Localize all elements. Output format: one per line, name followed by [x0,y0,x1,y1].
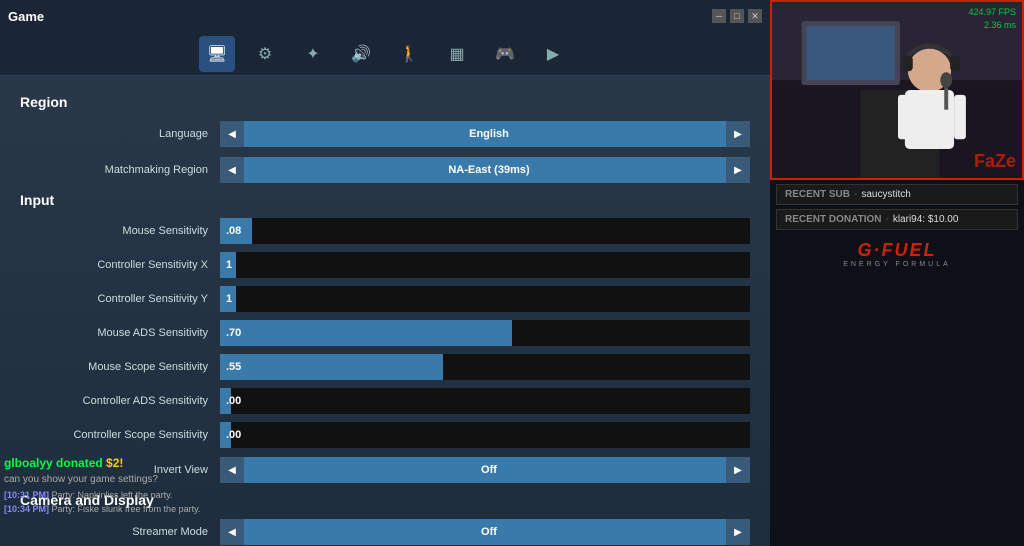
controller-ads-sensitivity-label: Controller ADS Sensitivity [20,395,220,407]
language-right-arrow[interactable]: ▶ [726,121,750,147]
maximize-button[interactable]: □ [730,9,744,23]
controller-scope-sensitivity-fill: .00 [220,422,231,448]
stream-info: RECENT SUB - saucystitch RECENT DONATION… [770,180,1024,546]
matchmaking-selector: ◀ NA-East (39ms) ▶ [220,157,750,183]
invert-view-label: Invert View [20,464,220,476]
game-window: Game ─ □ ✕ 🖥 ⚙ ✦ 🔊 🚶 ▦ 🎮 ▶ Region Langua… [0,0,770,546]
invert-view-row: Invert View ◀ Off ▶ [20,456,750,484]
region-header: Region [20,94,750,110]
controller-sensitivity-x-row: Controller Sensitivity X 1 [20,252,750,278]
tab-gear[interactable]: ⚙ [247,36,283,72]
mouse-sensitivity-slider[interactable]: .08 [220,218,750,244]
streamer-mode-right-arrow[interactable]: ▶ [726,519,750,545]
webcam-area: 424.97 FPS 2.36 ms FaZe [770,0,1024,180]
matchmaking-value: NA-East (39ms) [244,157,726,183]
mouse-ads-sensitivity-label: Mouse ADS Sensitivity [20,327,220,339]
faze-logo: FaZe [974,151,1016,172]
close-button[interactable]: ✕ [748,9,762,23]
recent-donation-row: RECENT DONATION - klari94: $10.00 [776,209,1018,230]
nav-tabs: 🖥 ⚙ ✦ 🔊 🚶 ▦ 🎮 ▶ [0,32,770,76]
tab-sound[interactable]: 🔊 [343,36,379,72]
language-selector: ◀ English ▶ [220,121,750,147]
sub-separator: - [854,189,857,200]
title-bar-left: Game [8,9,44,24]
mouse-sensitivity-label: Mouse Sensitivity [20,225,220,237]
mouse-ads-sensitivity-fill: .70 [220,320,512,346]
camera-header: Camera and Display [20,492,750,508]
input-header: Input [20,192,750,208]
settings-content: Region Language ◀ English ▶ Matchmaking … [0,76,770,546]
mouse-ads-sensitivity-row: Mouse ADS Sensitivity .70 [20,320,750,346]
matchmaking-right-arrow[interactable]: ▶ [726,157,750,183]
streamer-mode-left-arrow[interactable]: ◀ [220,519,244,545]
controller-ads-sensitivity-row: Controller ADS Sensitivity .00 [20,388,750,414]
invert-view-right-arrow[interactable]: ▶ [726,457,750,483]
controller-ads-sensitivity-slider[interactable]: .00 [220,388,750,414]
mouse-scope-sensitivity-slider[interactable]: .55 [220,354,750,380]
recent-donation-label: RECENT DONATION [785,214,881,225]
controller-ads-sensitivity-fill: .00 [220,388,231,414]
tab-brightness[interactable]: ✦ [295,36,331,72]
window-title: Game [8,9,44,24]
mouse-scope-sensitivity-row: Mouse Scope Sensitivity .55 [20,354,750,380]
tab-gamepad[interactable]: 🎮 [487,36,523,72]
controller-scope-sensitivity-row: Controller Scope Sensitivity .00 [20,422,750,448]
recent-sub-value: saucystitch [861,189,910,200]
recent-sub-row: RECENT SUB - saucystitch [776,184,1018,205]
gfuel-tagline: ENERGY FORMULA [843,261,951,268]
minimize-button[interactable]: ─ [712,9,726,23]
language-label: Language [20,128,220,140]
controller-sensitivity-y-row: Controller Sensitivity Y 1 [20,286,750,312]
tab-monitor[interactable]: 🖥 [199,36,235,72]
controller-sensitivity-x-slider[interactable]: 1 [220,252,750,278]
streamer-mode-value: Off [244,519,726,545]
tab-grid[interactable]: ▦ [439,36,475,72]
title-bar: Game ─ □ ✕ [0,0,770,32]
controller-sensitivity-y-slider[interactable]: 1 [220,286,750,312]
gfuel-brand: G·FUEL [858,240,937,261]
mouse-sensitivity-row: Mouse Sensitivity .08 [20,218,750,244]
streamer-mode-label: Streamer Mode [20,526,220,538]
tab-play[interactable]: ▶ [535,36,571,72]
invert-view-value: Off [244,457,726,483]
mouse-scope-sensitivity-label: Mouse Scope Sensitivity [20,361,220,373]
recent-donation-value: klari94: $10.00 [893,214,959,225]
title-bar-controls: ─ □ ✕ [712,9,762,23]
mouse-sensitivity-fill: .08 [220,218,252,244]
fps-overlay: 424.97 FPS 2.36 ms [968,6,1016,31]
language-value: English [244,121,726,147]
invert-view-left-arrow[interactable]: ◀ [220,457,244,483]
controller-scope-sensitivity-slider[interactable]: .00 [220,422,750,448]
fps-value: 424.97 FPS [968,6,1016,19]
controller-scope-sensitivity-label: Controller Scope Sensitivity [20,429,220,441]
ms-value: 2.36 ms [968,19,1016,32]
matchmaking-left-arrow[interactable]: ◀ [220,157,244,183]
controller-sensitivity-y-label: Controller Sensitivity Y [20,293,220,305]
language-row: Language ◀ English ▶ [20,120,750,148]
controller-sensitivity-x-label: Controller Sensitivity X [20,259,220,271]
invert-view-selector: ◀ Off ▶ [220,457,750,483]
matchmaking-row: Matchmaking Region ◀ NA-East (39ms) ▶ [20,156,750,184]
controller-sensitivity-y-fill: 1 [220,286,236,312]
mouse-ads-sensitivity-slider[interactable]: .70 [220,320,750,346]
recent-sub-label: RECENT SUB [785,189,850,200]
stream-panel: 424.97 FPS 2.36 ms FaZe RECENT SUB - sau… [770,0,1024,546]
gfuel-logo-area: G·FUEL ENERGY FORMULA [776,234,1018,274]
streamer-mode-row: Streamer Mode ◀ Off ▶ [20,518,750,546]
language-left-arrow[interactable]: ◀ [220,121,244,147]
matchmaking-label: Matchmaking Region [20,164,220,176]
streamer-mode-selector: ◀ Off ▶ [220,519,750,545]
donation-separator: - [885,214,888,225]
mouse-scope-sensitivity-fill: .55 [220,354,443,380]
controller-sensitivity-x-fill: 1 [220,252,236,278]
tab-person[interactable]: 🚶 [391,36,427,72]
